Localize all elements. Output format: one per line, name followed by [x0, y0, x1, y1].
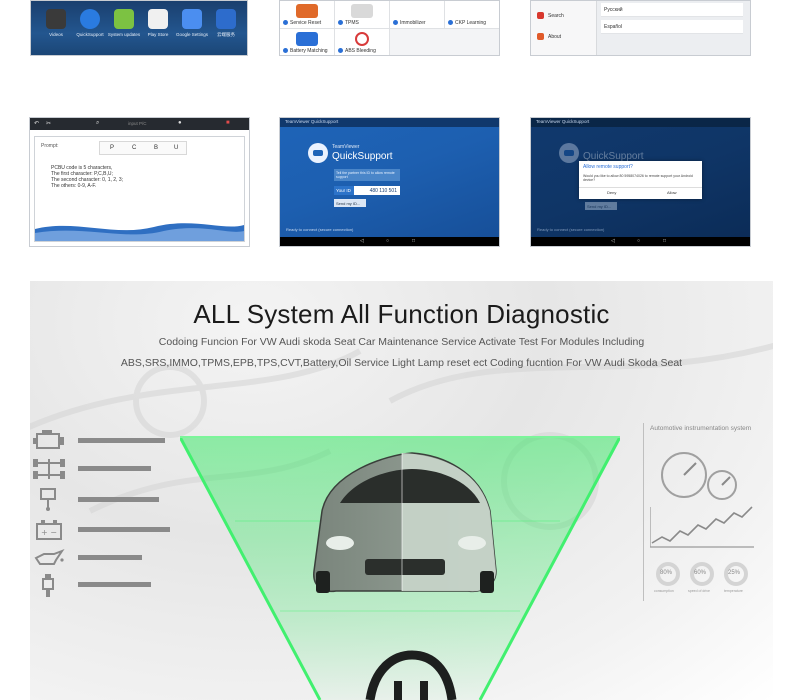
play-store-icon [148, 9, 168, 29]
update-icon [114, 9, 134, 29]
tire-icon [351, 4, 373, 18]
system-bar [78, 466, 151, 471]
system-bar [78, 497, 159, 502]
car-icon[interactable]: ■ [226, 120, 230, 126]
piston-icon [40, 488, 56, 511]
search-icon [537, 12, 544, 19]
quicksupport-header: TeamViewer QuickSupport [280, 118, 499, 127]
deny-button[interactable]: Deny [607, 190, 616, 195]
abs-bleeding-cell[interactable]: ABS Bleeding [335, 29, 390, 55]
quicksupport-header: TeamViewer QuickSupport [531, 118, 750, 127]
banner-subtitle: Codoing Funcion For VW Audi skoda Seat C… [158, 336, 645, 348]
function-menu-screenshot: Service Reset TPMS Immobilizer CKP Learn… [279, 0, 500, 56]
temperature-gauge-value: 25% [728, 570, 741, 576]
quicksupport-info: Tell the partner this ID to allow remote… [334, 169, 400, 181]
search-icon[interactable]: ⌕ [96, 120, 99, 127]
settings-about-item[interactable]: About [537, 33, 561, 40]
quicksupport-app[interactable]: QuickSupport [73, 9, 107, 37]
system-bar [78, 555, 142, 560]
google-settings-app[interactable]: Google Settings [175, 9, 209, 37]
videos-app[interactable]: Videos [39, 9, 73, 37]
your-id-field: Your ID 480 110 501 [334, 186, 400, 195]
back-icon[interactable]: ↶ [34, 120, 39, 127]
settings-sidebar: Search About [531, 1, 597, 55]
language-settings-screenshot: Search About Русский Español [530, 0, 751, 56]
engine-icon [33, 430, 64, 449]
oil-system-row [30, 546, 180, 570]
recents-icon[interactable]: □ [663, 238, 666, 244]
clapperboard-icon [46, 9, 66, 29]
battery-system-row: + − [30, 518, 180, 542]
back-icon[interactable]: ◁ [611, 238, 615, 244]
cloud-icon [216, 9, 236, 29]
scissors-icon[interactable]: ✂ [46, 120, 51, 127]
home-icon[interactable]: ○ [637, 238, 640, 244]
code-rules: PCBU code is 5 characters, The first cha… [51, 165, 123, 189]
consumption-gauge-value: 80% [660, 570, 673, 576]
send-id-button[interactable]: Send my ID... [334, 199, 366, 207]
code-toolbar: ↶ ✂ ⌕ input P/C ● ■ [30, 118, 249, 130]
teamviewer-logo-icon [308, 143, 328, 163]
piston-system-row [30, 488, 180, 512]
svg-text:+ −: + − [41, 528, 57, 537]
send-id-button: Send my ID... [585, 202, 617, 210]
oil-can-icon [34, 548, 65, 565]
diagnostic-beam-graphic [180, 436, 620, 700]
battery-matching-cell[interactable]: Battery Matching [280, 29, 335, 55]
instrumentation-panel: Automotive instrumentation system 80% 60… [643, 423, 761, 601]
ckp-learning-cell[interactable]: CKP Learning [445, 1, 499, 29]
engine-system-row [30, 429, 180, 453]
diagnostic-banner: ALL System All Function Diagnostic Codoi… [30, 281, 773, 700]
back-icon[interactable]: ◁ [360, 238, 364, 244]
gauge-row: 80% 60% 25% consumption speed of drive t… [650, 561, 760, 597]
quicksupport-icon [80, 9, 100, 29]
spark-plug-icon [42, 574, 54, 597]
dialog-title: Allow remote support? [583, 164, 633, 170]
pcbu-selector[interactable]: P C B U [99, 141, 187, 155]
info-icon [537, 33, 544, 40]
battery-icon [296, 32, 318, 46]
immobilizer-cell[interactable]: Immobilizer [390, 1, 445, 29]
connection-status: Ready to connect (secure connection) [537, 227, 605, 232]
settings-search-item[interactable]: Search [537, 12, 564, 19]
instrumentation-label: Automotive instrumentation system [650, 425, 752, 432]
chassis-icon [33, 459, 65, 479]
code-input-screenshot: ↶ ✂ ⌕ input P/C ● ■ Prompt: P C B U PCBU… [29, 117, 250, 247]
decorative-wave [35, 223, 244, 241]
connection-status: Ready to connect (secure connection) [286, 227, 354, 232]
allow-remote-support-dialog: Allow remote support? Would you like to … [579, 161, 702, 199]
tpms-cell[interactable]: TPMS [335, 1, 390, 29]
record-icon[interactable]: ● [178, 120, 182, 126]
allow-button[interactable]: Allow [667, 190, 677, 195]
dialog-message: Would you like to allow 80 5958074026 to… [583, 174, 693, 182]
language-option[interactable]: Español [601, 20, 743, 34]
speed-gauge-value: 60% [694, 570, 707, 576]
ignition-system-row [30, 573, 180, 597]
remote-support-dialog-screenshot: TeamViewer QuickSupport QuickSupport Sen… [530, 117, 751, 247]
system-bar [78, 582, 151, 587]
google-settings-icon [182, 9, 202, 29]
code-panel: Prompt: P C B U PCBU code is 5 character… [34, 136, 245, 242]
battery-icon: + − [36, 520, 62, 540]
chassis-system-row [30, 457, 180, 481]
system-bar [78, 527, 170, 532]
quicksupport-screenshot: TeamViewer QuickSupport TeamViewer Quick… [279, 117, 500, 247]
abs-icon [355, 32, 369, 46]
android-nav-bar: ◁ ○ □ [531, 237, 750, 246]
teamviewer-logo-icon [559, 143, 579, 163]
android-nav-bar: ◁ ○ □ [280, 237, 499, 246]
home-icon[interactable]: ○ [386, 238, 389, 244]
system-bar [78, 438, 165, 443]
system-updates-app[interactable]: System updates [107, 9, 141, 37]
cloud-service-app[interactable]: 云端服务 [209, 9, 243, 38]
language-option[interactable]: Русский [601, 3, 743, 17]
play-store-app[interactable]: Play Store [141, 9, 175, 37]
banner-subtitle-modules: ABS,SRS,IMMO,TPMS,EPB,TPS,CVT,Battery,Oi… [120, 357, 683, 369]
android-home-screenshot: Videos QuickSupport System updates Play … [30, 0, 248, 56]
service-reset-icon [296, 4, 318, 18]
banner-title: ALL System All Function Diagnostic [193, 299, 610, 329]
recents-icon[interactable]: □ [412, 238, 415, 244]
service-reset-cell[interactable]: Service Reset [280, 1, 335, 29]
